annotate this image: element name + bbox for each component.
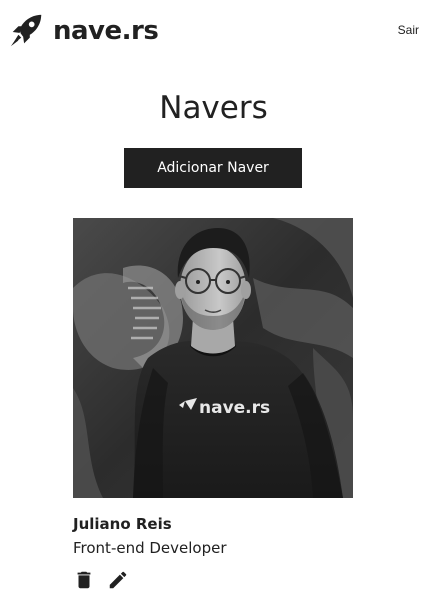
page: nave.rs Sair Navers Adicionar Naver nave…	[0, 0, 447, 609]
add-naver-button[interactable]: Adicionar Naver	[124, 148, 302, 188]
naver-name: Juliano Reis	[73, 515, 172, 533]
naver-actions	[73, 569, 354, 591]
signout-link[interactable]: Sair	[398, 23, 419, 37]
naver-job-role: Front-end Developer	[73, 539, 227, 557]
rocket-icon	[10, 14, 42, 47]
shirt-text: nave.rs	[199, 398, 270, 418]
page-title: Navers	[159, 90, 268, 126]
pencil-icon[interactable]	[107, 569, 129, 591]
trash-icon[interactable]	[73, 569, 95, 591]
naver-card: nave.rs Juliano Reis Front-end Developer	[73, 218, 354, 591]
logo-text: nave.rs	[53, 16, 159, 46]
logo[interactable]: nave.rs	[7, 12, 159, 50]
header: nave.rs Sair	[0, 0, 447, 62]
naver-photo[interactable]: nave.rs	[73, 218, 353, 498]
